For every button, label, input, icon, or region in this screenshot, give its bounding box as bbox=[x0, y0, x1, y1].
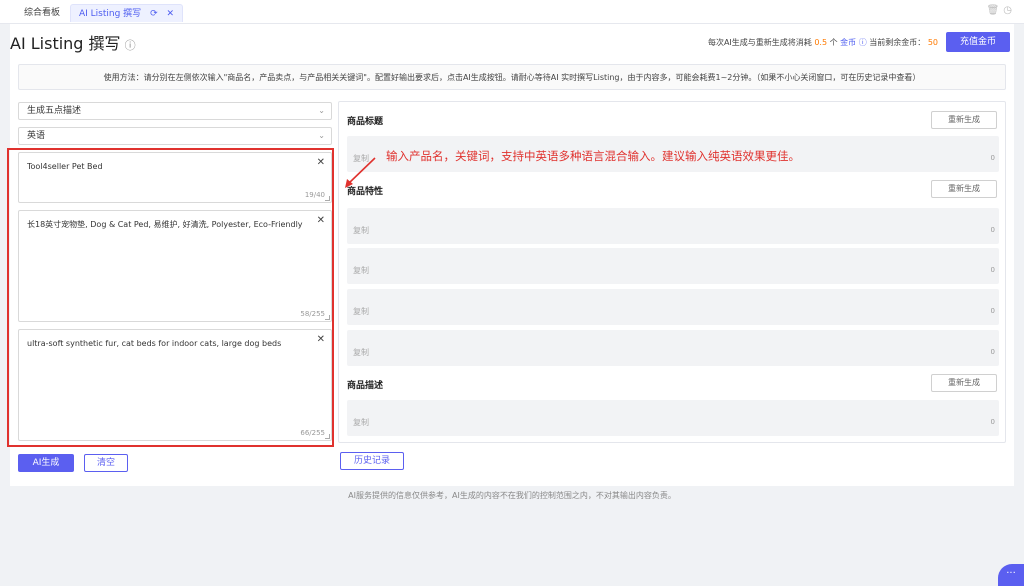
page-title: AI Listing 撰写 ⓘ bbox=[10, 30, 136, 54]
tab-dashboard[interactable]: 综合看板 bbox=[16, 4, 68, 22]
language-select-value: 英语 bbox=[27, 131, 46, 141]
clear-button[interactable]: 清空 bbox=[84, 454, 128, 472]
mode-select[interactable]: 生成五点描述 ⌄ bbox=[18, 102, 332, 120]
tab-ai-listing[interactable]: AI Listing 撰写 ⟳ ✕ bbox=[70, 4, 184, 22]
copy-link[interactable]: 复制 bbox=[353, 265, 369, 276]
tab-ai-listing-label: AI Listing 撰写 bbox=[79, 9, 142, 19]
feature-output[interactable]: 复制 0 bbox=[347, 248, 999, 284]
clock-icon[interactable]: ◷ bbox=[1003, 5, 1016, 16]
history-button[interactable]: 历史记录 bbox=[340, 452, 404, 470]
annotation-text: 输入产品名，关键词，支持中英语多种语言混合输入。建议输入纯英语效果更佳。 bbox=[386, 149, 800, 163]
cost-unit: 个 bbox=[829, 38, 838, 47]
page-title-text: AI Listing 撰写 bbox=[10, 34, 121, 53]
balance-value: 50 bbox=[927, 38, 938, 47]
chat-button[interactable]: ··· bbox=[998, 564, 1024, 586]
clear-icon[interactable]: ✕ bbox=[317, 215, 325, 226]
tab-bar: 综合看板 AI Listing 撰写 ⟳ ✕ 🗑◷ bbox=[0, 0, 1024, 24]
copy-link[interactable]: 复制 bbox=[353, 153, 369, 164]
feature-output[interactable]: 复制 0 bbox=[347, 289, 999, 325]
resize-handle[interactable] bbox=[325, 196, 330, 201]
close-icon[interactable]: ✕ bbox=[166, 9, 174, 19]
section-title-label: 商品标题 bbox=[347, 117, 384, 127]
refresh-icon[interactable]: ⟳ bbox=[150, 9, 158, 19]
product-name-value: Tool4seller Pet Bed bbox=[27, 162, 103, 171]
section-desc-label: 商品描述 bbox=[347, 381, 384, 391]
selling-points-input[interactable]: 长18英寸宠物垫, Dog & Cat Ped, 易维护, 好清洗, Polye… bbox=[18, 210, 332, 322]
main-card: AI Listing 撰写 ⓘ 每次AI生成与重新生成将消耗 0.5 个 金币 ⓘ… bbox=[7, 24, 1014, 486]
regenerate-features-button[interactable]: 重新生成 bbox=[931, 180, 997, 198]
output-count: 0 bbox=[990, 348, 995, 356]
copy-link[interactable]: 复制 bbox=[353, 347, 369, 358]
balance-label: 当前剩余金币： bbox=[869, 38, 926, 47]
info-icon[interactable]: ⓘ bbox=[125, 39, 136, 52]
description-output[interactable]: 复制 0 bbox=[347, 400, 999, 436]
help-icon[interactable]: ⓘ bbox=[859, 38, 867, 47]
section-features-label: 商品特性 bbox=[347, 187, 384, 197]
output-count: 0 bbox=[990, 266, 995, 274]
selling-points-value: 长18英寸宠物垫, Dog & Cat Ped, 易维护, 好清洗, Polye… bbox=[27, 220, 303, 229]
feature-output[interactable]: 复制 0 bbox=[347, 208, 999, 244]
keywords-input[interactable]: ultra-soft synthetic fur, cat beds for i… bbox=[18, 329, 332, 441]
recharge-button[interactable]: 充值金币 bbox=[946, 32, 1010, 52]
keywords-value: ultra-soft synthetic fur, cat beds for i… bbox=[27, 339, 282, 348]
cost-value: 0.5 bbox=[814, 38, 828, 47]
output-count: 0 bbox=[990, 307, 995, 315]
copy-link[interactable]: 复制 bbox=[353, 225, 369, 236]
char-count: 66/255 bbox=[300, 429, 325, 437]
resize-handle[interactable] bbox=[325, 315, 330, 320]
copy-link[interactable]: 复制 bbox=[353, 417, 369, 428]
regenerate-desc-button[interactable]: 重新生成 bbox=[931, 374, 997, 392]
chevron-down-icon: ⌄ bbox=[318, 131, 325, 140]
output-count: 0 bbox=[990, 226, 995, 234]
resize-handle[interactable] bbox=[325, 434, 330, 439]
char-count: 58/255 bbox=[300, 310, 325, 318]
char-count: 19/40 bbox=[304, 191, 325, 199]
cost-prefix: 每次AI生成与重新生成将消耗 bbox=[707, 38, 812, 47]
cost-notice: 每次AI生成与重新生成将消耗 0.5 个 金币 ⓘ 当前剩余金币： 50 bbox=[708, 37, 938, 48]
clear-icon[interactable]: ✕ bbox=[317, 157, 325, 168]
language-select[interactable]: 英语 ⌄ bbox=[18, 127, 332, 145]
mode-select-value: 生成五点描述 bbox=[27, 106, 82, 116]
output-count: 0 bbox=[990, 154, 995, 162]
top-right-icons: 🗑◷ bbox=[987, 5, 1016, 16]
ai-generate-button[interactable]: AI生成 bbox=[18, 454, 74, 472]
trash-icon[interactable]: 🗑 bbox=[987, 5, 1004, 16]
usage-instructions: 使用方法：请分别在左侧依次输入"商品名，产品卖点，与产品相关关键词"。配置好输出… bbox=[18, 64, 1006, 90]
chevron-down-icon: ⌄ bbox=[318, 106, 325, 115]
regenerate-title-button[interactable]: 重新生成 bbox=[931, 111, 997, 129]
clear-icon[interactable]: ✕ bbox=[317, 334, 325, 345]
disclaimer: AI服务提供的信息仅供参考，AI生成的内容不在我们的控制范围之内，不对其输出内容… bbox=[348, 491, 676, 500]
output-count: 0 bbox=[990, 418, 995, 426]
feature-output[interactable]: 复制 0 bbox=[347, 330, 999, 366]
cost-currency: 金币 bbox=[840, 38, 857, 47]
product-name-input[interactable]: Tool4seller Pet Bed ✕ 19/40 bbox=[18, 152, 332, 203]
copy-link[interactable]: 复制 bbox=[353, 306, 369, 317]
